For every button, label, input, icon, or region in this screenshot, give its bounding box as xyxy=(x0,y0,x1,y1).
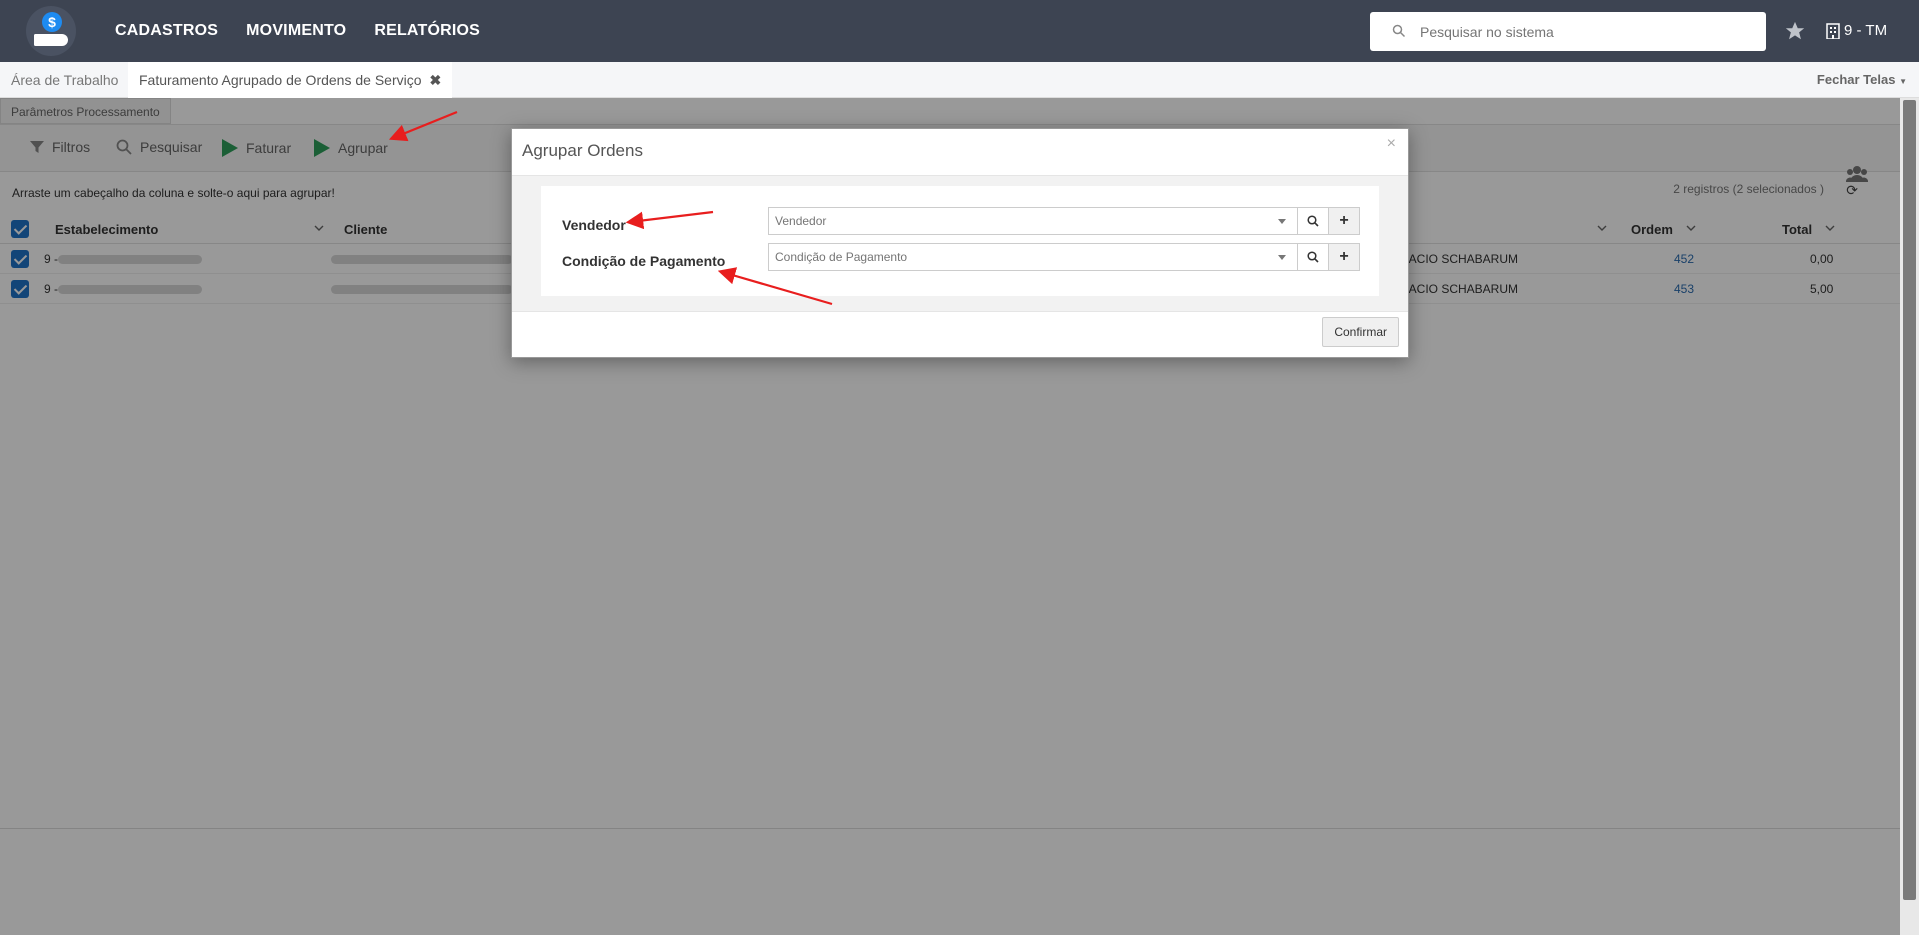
condicao-pagamento-label: Condição de Pagamento xyxy=(562,253,726,269)
app-logo[interactable]: $ xyxy=(26,6,76,56)
system-search xyxy=(1370,12,1766,51)
favorites-star-icon[interactable] xyxy=(1784,20,1806,42)
vendedor-combobox[interactable] xyxy=(768,207,1298,235)
condicao-add-button[interactable]: + xyxy=(1328,243,1360,271)
caret-down-icon[interactable] xyxy=(1278,255,1286,260)
modal-title: Agrupar Ordens xyxy=(522,141,643,160)
tab-area-de-trabalho[interactable]: Área de Trabalho xyxy=(0,62,129,98)
tab-label: Área de Trabalho xyxy=(11,72,119,88)
fechar-telas-dropdown[interactable]: Fechar Telas ▼ xyxy=(1817,72,1907,87)
vendedor-input[interactable] xyxy=(769,208,1269,234)
menu-movimento[interactable]: MOVIMENTO xyxy=(246,22,346,40)
main-menu: CADASTROS MOVIMENTO RELATÓRIOS xyxy=(115,22,480,40)
confirm-button[interactable]: Confirmar xyxy=(1322,317,1399,347)
close-icon[interactable]: × xyxy=(1387,135,1396,153)
vendedor-label: Vendedor xyxy=(562,217,626,233)
search-icon xyxy=(1307,251,1319,263)
company-selector[interactable]: 9 - TM xyxy=(1826,22,1887,39)
close-tab-icon[interactable]: ✖ xyxy=(430,72,442,88)
search-icon xyxy=(1307,215,1319,227)
modal-form: Vendedor + Condição de Pagamento + xyxy=(541,186,1379,296)
company-label: 9 - TM xyxy=(1844,22,1888,39)
menu-cadastros[interactable]: CADASTROS xyxy=(115,22,218,40)
scrollbar-thumb[interactable] xyxy=(1903,100,1916,900)
dollar-coin-icon: $ xyxy=(42,12,62,32)
page-scrollbar[interactable] xyxy=(1900,98,1919,935)
tab-label: Faturamento Agrupado de Ordens de Serviç… xyxy=(139,72,422,88)
tab-bar: Área de Trabalho Faturamento Agrupado de… xyxy=(0,62,1919,98)
modal-footer: Confirmar xyxy=(1322,317,1399,347)
agrupar-ordens-modal: Agrupar Ordens × Vendedor + Condição de … xyxy=(511,128,1409,358)
caret-down-icon: ▼ xyxy=(1899,77,1907,86)
search-icon xyxy=(1392,24,1406,38)
condicao-pagamento-combobox[interactable] xyxy=(768,243,1298,271)
hand-icon xyxy=(34,34,68,46)
caret-down-icon[interactable] xyxy=(1278,219,1286,224)
vendedor-search-button[interactable] xyxy=(1297,207,1329,235)
building-icon xyxy=(1826,22,1840,39)
system-search-input[interactable] xyxy=(1420,12,1750,51)
vendedor-add-button[interactable]: + xyxy=(1328,207,1360,235)
top-navbar: $ CADASTROS MOVIMENTO RELATÓRIOS 9 - TM xyxy=(0,0,1919,62)
tab-faturamento-agrupado[interactable]: Faturamento Agrupado de Ordens de Serviç… xyxy=(128,62,453,98)
modal-body: Vendedor + Condição de Pagamento + xyxy=(512,175,1408,312)
condicao-search-button[interactable] xyxy=(1297,243,1329,271)
menu-relatorios[interactable]: RELATÓRIOS xyxy=(374,22,480,40)
condicao-pagamento-input[interactable] xyxy=(769,244,1269,270)
fechar-telas-label: Fechar Telas xyxy=(1816,72,1896,87)
